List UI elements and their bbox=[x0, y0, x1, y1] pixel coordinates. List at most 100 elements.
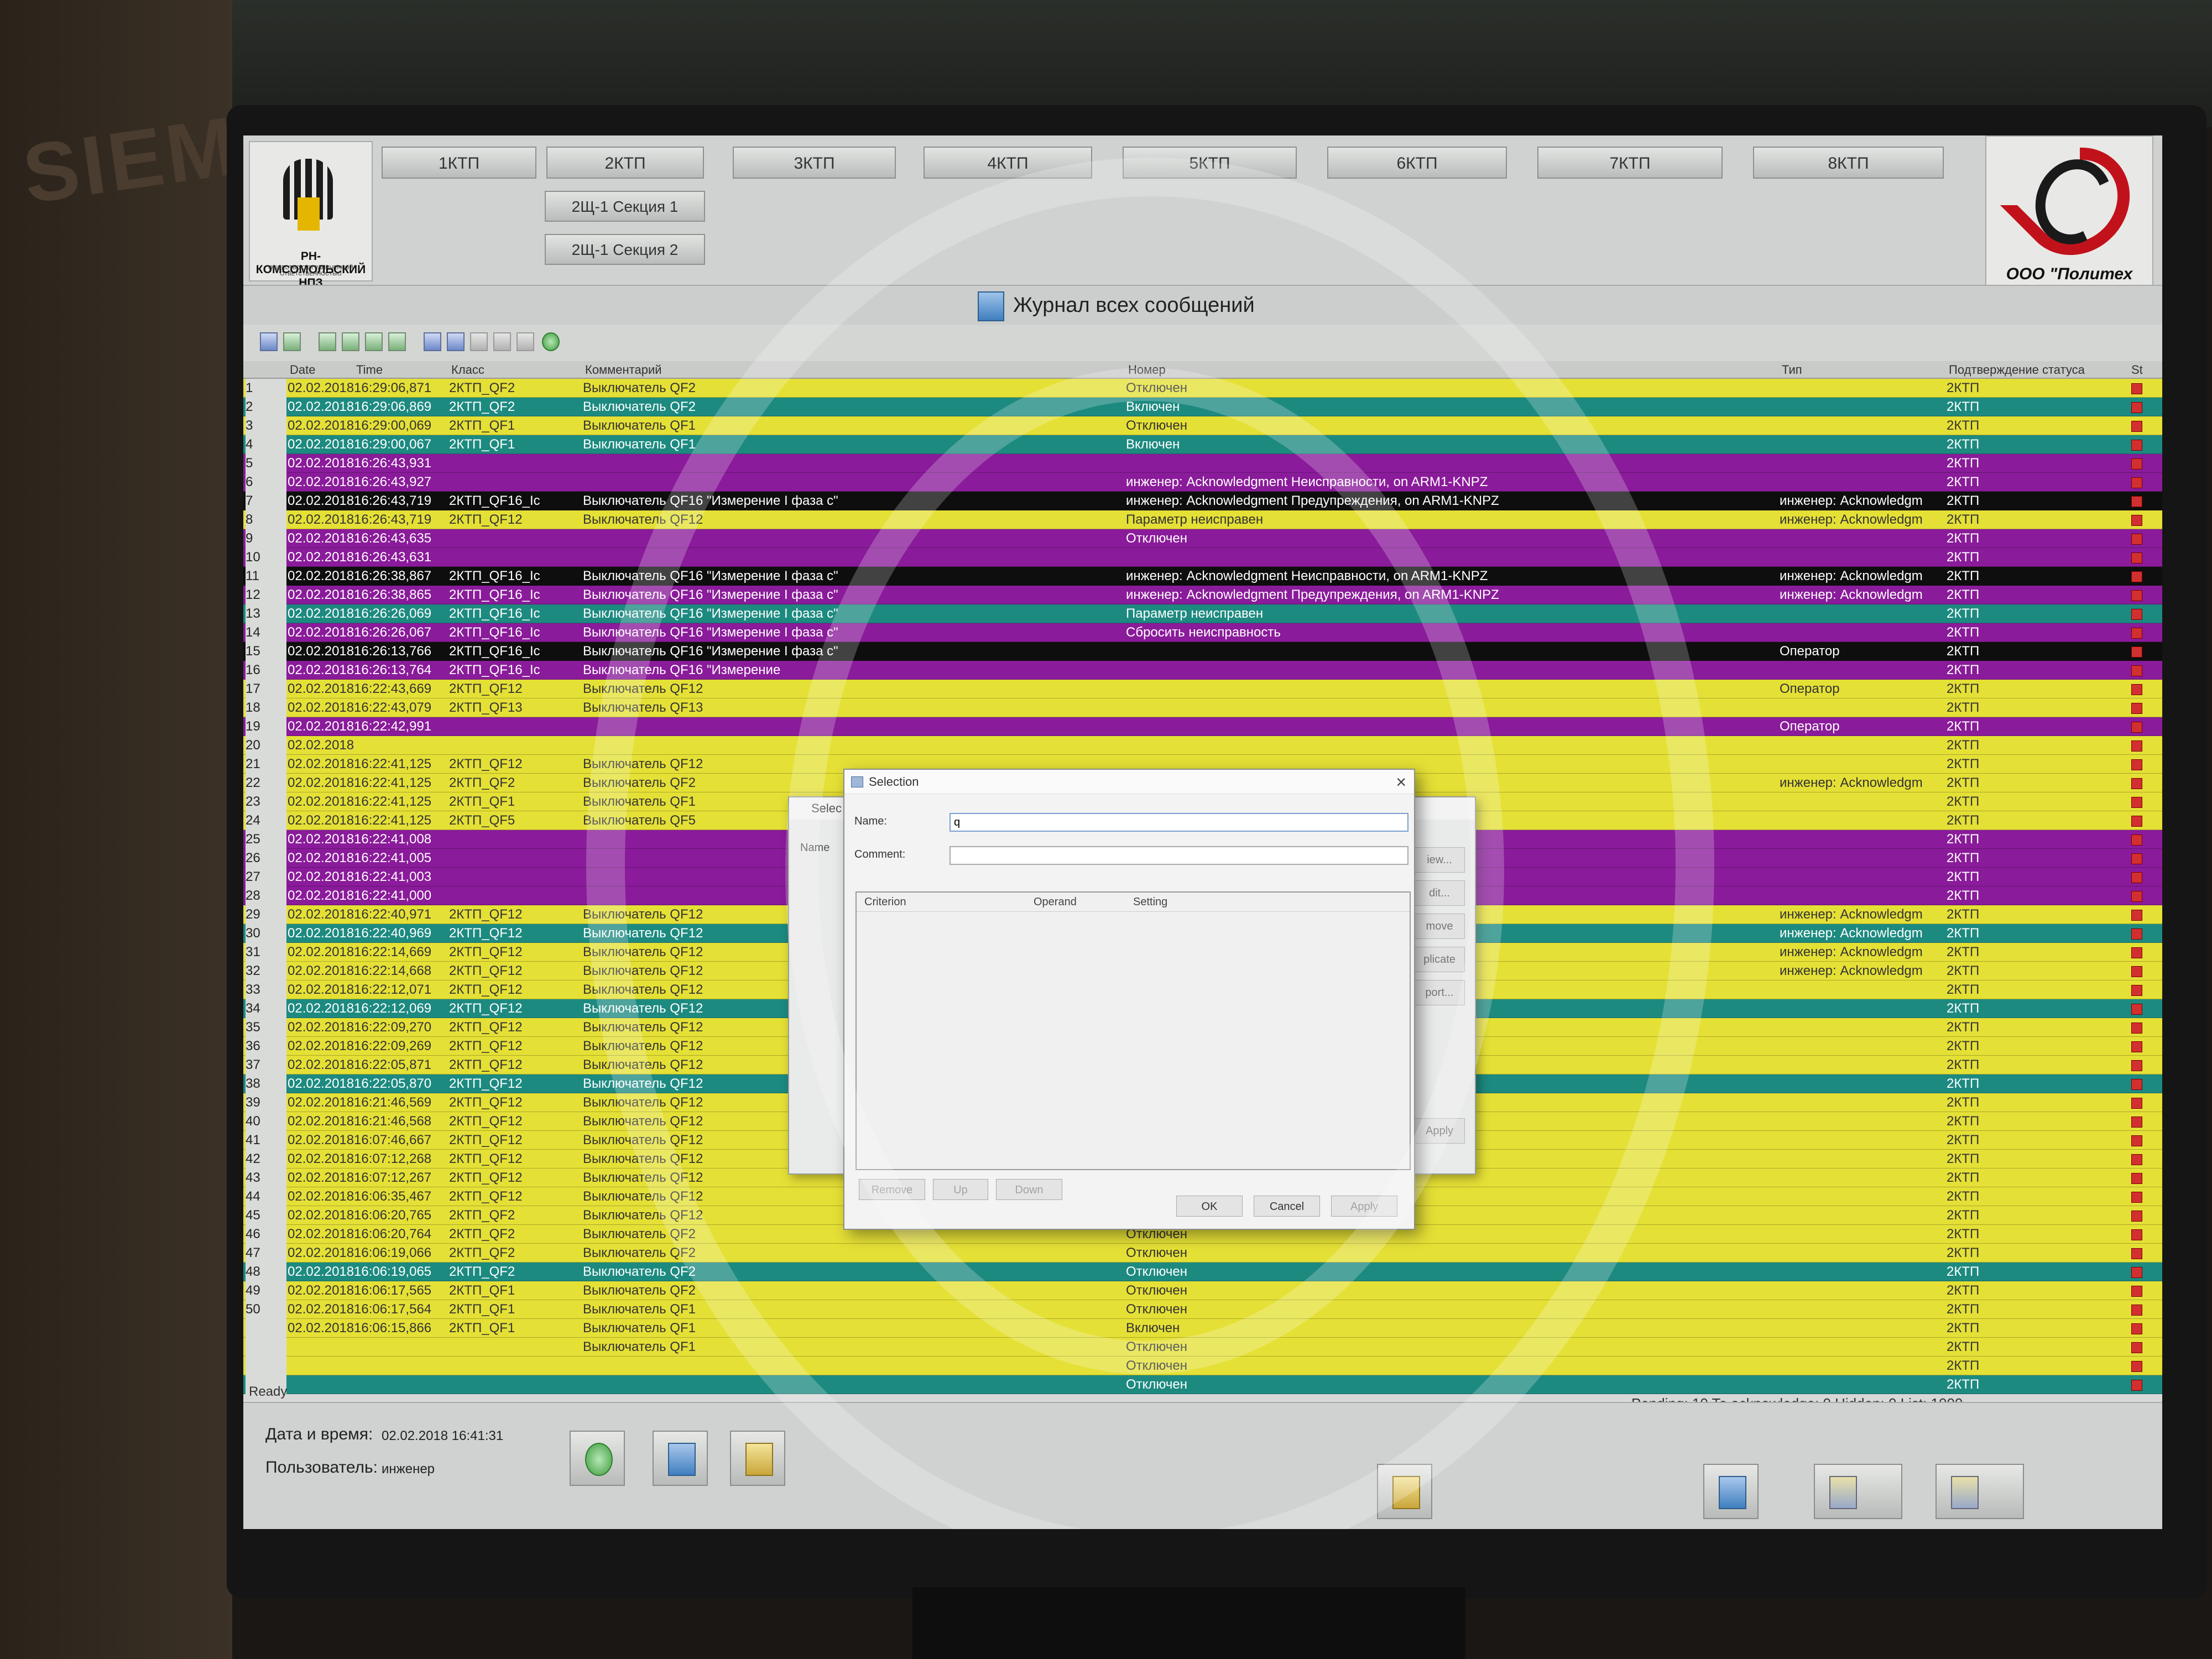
acknowledge-all-button[interactable] bbox=[1936, 1464, 2024, 1519]
table-row[interactable]: Выключатель QF1 Отключен 2КТП bbox=[243, 1338, 2162, 1357]
tab-6ktp[interactable]: 6КТП bbox=[1327, 147, 1507, 179]
next-page-icon[interactable] bbox=[470, 332, 488, 351]
cancel-button[interactable]: Cancel bbox=[1254, 1196, 1320, 1217]
journal-button[interactable] bbox=[653, 1431, 708, 1486]
tab-4ktp[interactable]: 4КТП bbox=[924, 147, 1092, 179]
table-row[interactable]: 47 02.02.2018 16:06:19,066 2КТП_QF2 Выключат… bbox=[243, 1244, 2162, 1262]
row-date: 02.02.2018 bbox=[288, 832, 354, 847]
refresh-button[interactable] bbox=[570, 1431, 625, 1486]
close-icon[interactable]: × bbox=[1396, 772, 1406, 792]
table-row[interactable]: 48 02.02.2018 16:06:19,065 2КТП_QF2 Выключат… bbox=[243, 1262, 2162, 1281]
table-row[interactable]: 3 02.02.2018 16:29:00,069 2КТП_QF1 Выключате… bbox=[243, 416, 2162, 435]
logout-button[interactable] bbox=[1703, 1464, 1759, 1519]
remove-button[interactable]: Remove bbox=[859, 1179, 925, 1200]
acknowledge-all-icon[interactable] bbox=[283, 332, 301, 351]
up-button[interactable]: Up bbox=[933, 1179, 988, 1200]
filter-icon[interactable] bbox=[388, 332, 406, 351]
tab-2ktp[interactable]: 2КТП bbox=[546, 147, 704, 179]
column-header-ack-status[interactable]: Подтверждение статуса bbox=[1949, 363, 2085, 377]
row-number-text: инженер: Acknowledgment Предупреждения, … bbox=[1126, 493, 1499, 508]
scroll-lock-icon[interactable] bbox=[517, 332, 534, 351]
name-field[interactable] bbox=[950, 813, 1408, 832]
section-2-button[interactable]: 2Щ-1 Секция 2 bbox=[545, 234, 705, 265]
report-button[interactable] bbox=[730, 1431, 785, 1486]
refresh-icon[interactable] bbox=[542, 332, 560, 351]
column-header-state[interactable]: St bbox=[2131, 363, 2143, 377]
tab-3ktp[interactable]: 3КТП bbox=[733, 147, 896, 179]
table-row[interactable]: 50 02.02.2018 16:06:17,564 2КТП_QF1 Выключат… bbox=[243, 1300, 2162, 1319]
tab-5ktp[interactable]: 5КТП bbox=[1123, 147, 1297, 179]
row-type: Оператор bbox=[1780, 644, 1840, 659]
table-row[interactable]: 14 02.02.2018 16:26:26,067 2КТП_QF16_Ic Выкл… bbox=[243, 623, 2162, 642]
tab-1ktp[interactable]: 1КТП bbox=[382, 147, 536, 179]
edit-button[interactable]: dit... bbox=[1414, 880, 1465, 906]
row-number-text bbox=[1126, 454, 1778, 473]
table-row[interactable]: 15 02.02.2018 16:26:13,766 2КТП_QF16_Ic Выкл… bbox=[243, 642, 2162, 661]
section-1-button[interactable]: 2Щ-1 Секция 1 bbox=[545, 191, 705, 222]
row-class: 2КТП_QF16_Ic bbox=[449, 493, 540, 508]
row-comment: Выключатель QF2 bbox=[583, 1283, 696, 1298]
apply-list-button[interactable]: Apply bbox=[1414, 1118, 1465, 1144]
first-page-icon[interactable] bbox=[424, 332, 441, 351]
selection-icon[interactable] bbox=[342, 332, 359, 351]
column-header-class[interactable]: Класс bbox=[451, 363, 484, 377]
tab-7ktp[interactable]: 7КТП bbox=[1537, 147, 1723, 179]
ok-button[interactable]: OK bbox=[1176, 1196, 1243, 1217]
tab-8ktp[interactable]: 8КТП bbox=[1753, 147, 1944, 179]
table-row[interactable]: 6 02.02.2018 16:26:43,927 инженер: Acknowle… bbox=[243, 473, 2162, 492]
down-button[interactable]: Down bbox=[996, 1179, 1062, 1200]
row-type bbox=[1780, 1375, 1945, 1394]
state-flag-icon bbox=[2131, 402, 2142, 413]
apply-button[interactable]: Apply bbox=[1331, 1196, 1397, 1217]
table-row[interactable]: 11 02.02.2018 16:26:38,867 2КТП_QF16_Ic Выкл… bbox=[243, 567, 2162, 586]
table-row[interactable]: 10 02.02.2018 16:26:43,631 2КТП bbox=[243, 548, 2162, 567]
row-time: 16:22:41,125 bbox=[354, 757, 432, 771]
row-time bbox=[354, 1338, 448, 1357]
row-date: 02.02.2018 bbox=[288, 1095, 354, 1110]
table-row[interactable]: 12 02.02.2018 16:26:38,865 2КТП_QF16_Ic Выкл… bbox=[243, 586, 2162, 604]
export-icon[interactable] bbox=[319, 332, 336, 351]
login-key-button[interactable] bbox=[1377, 1464, 1432, 1519]
table-row[interactable]: 2 02.02.2018 16:29:06,869 2КТП_QF2 Выключате… bbox=[243, 398, 2162, 416]
table-row[interactable]: 7 02.02.2018 16:26:43,719 2КТП_QF16_Ic Выклю… bbox=[243, 492, 2162, 510]
row-type bbox=[1780, 1037, 1945, 1056]
table-row[interactable]: 1 02.02.2018 16:29:06,871 2КТП_QF2 Выключате… bbox=[243, 379, 2162, 398]
sound-off-button[interactable] bbox=[1814, 1464, 1902, 1519]
table-row[interactable]: 20 02.02.2018 2КТП bbox=[243, 736, 2162, 755]
column-header-time[interactable]: Time bbox=[356, 363, 383, 377]
row-type: Оператор bbox=[1780, 719, 1840, 734]
last-page-icon[interactable] bbox=[493, 332, 511, 351]
column-header-date[interactable]: Date bbox=[290, 363, 315, 377]
table-row[interactable]: 5 02.02.2018 16:26:43,931 2КТП bbox=[243, 454, 2162, 473]
table-row[interactable]: 9 02.02.2018 16:26:43,635 Отключен 2КТП bbox=[243, 529, 2162, 548]
table-row[interactable]: 02.02.2018 16:06:15,866 2КТП_QF1 Выключател… bbox=[243, 1319, 2162, 1338]
import-button[interactable]: port... bbox=[1414, 980, 1465, 1005]
table-row[interactable]: 8 02.02.2018 16:26:43,719 2КТП_QF12 Выключат… bbox=[243, 510, 2162, 529]
table-row[interactable]: 13 02.02.2018 16:26:26,069 2КТП_QF16_Ic Выкл… bbox=[243, 604, 2162, 623]
acknowledge-icon[interactable] bbox=[260, 332, 278, 351]
table-row[interactable]: Отключен 2КТП bbox=[243, 1375, 2162, 1394]
row-class: 2КТП_QF16_Ic bbox=[449, 662, 540, 677]
table-row[interactable]: 4 02.02.2018 16:29:00,067 2КТП_QF1 Выключате… bbox=[243, 435, 2162, 454]
column-header-number[interactable]: Номер bbox=[1128, 363, 1166, 377]
state-flag-icon bbox=[2131, 571, 2142, 582]
table-row[interactable]: 17 02.02.2018 16:22:43,669 2КТП_QF12 Выключа… bbox=[243, 680, 2162, 698]
column-header-comment[interactable]: Комментарий bbox=[585, 363, 662, 377]
table-row[interactable]: 16 02.02.2018 16:26:13,764 2КТП_QF16_Ic Выкл… bbox=[243, 661, 2162, 680]
row-number: 40 bbox=[246, 1112, 286, 1131]
row-class: 2КТП_QF12 bbox=[449, 945, 523, 959]
table-row[interactable]: 49 02.02.2018 16:06:17,565 2КТП_QF1 Выключат… bbox=[243, 1281, 2162, 1300]
view-button[interactable]: iew... bbox=[1414, 847, 1465, 873]
column-header-type[interactable]: Тип bbox=[1782, 363, 1802, 377]
table-row[interactable]: 18 02.02.2018 16:22:43,079 2КТП_QF13 Выключа… bbox=[243, 698, 2162, 717]
table-row[interactable]: 19 02.02.2018 16:22:42,991 Оператор 2КТП bbox=[243, 717, 2162, 736]
sort-icon[interactable] bbox=[365, 332, 383, 351]
remove-selection-button[interactable]: move bbox=[1414, 914, 1465, 939]
table-row[interactable]: Отключен 2КТП bbox=[243, 1357, 2162, 1375]
row-class: 2КТП_QF12 bbox=[449, 1151, 523, 1166]
comment-field[interactable] bbox=[950, 846, 1408, 865]
row-ack-status: 2КТП bbox=[1947, 926, 1980, 941]
duplicate-button[interactable]: plicate bbox=[1414, 947, 1465, 972]
previous-page-icon[interactable] bbox=[447, 332, 465, 351]
state-flag-icon bbox=[2131, 1173, 2142, 1184]
